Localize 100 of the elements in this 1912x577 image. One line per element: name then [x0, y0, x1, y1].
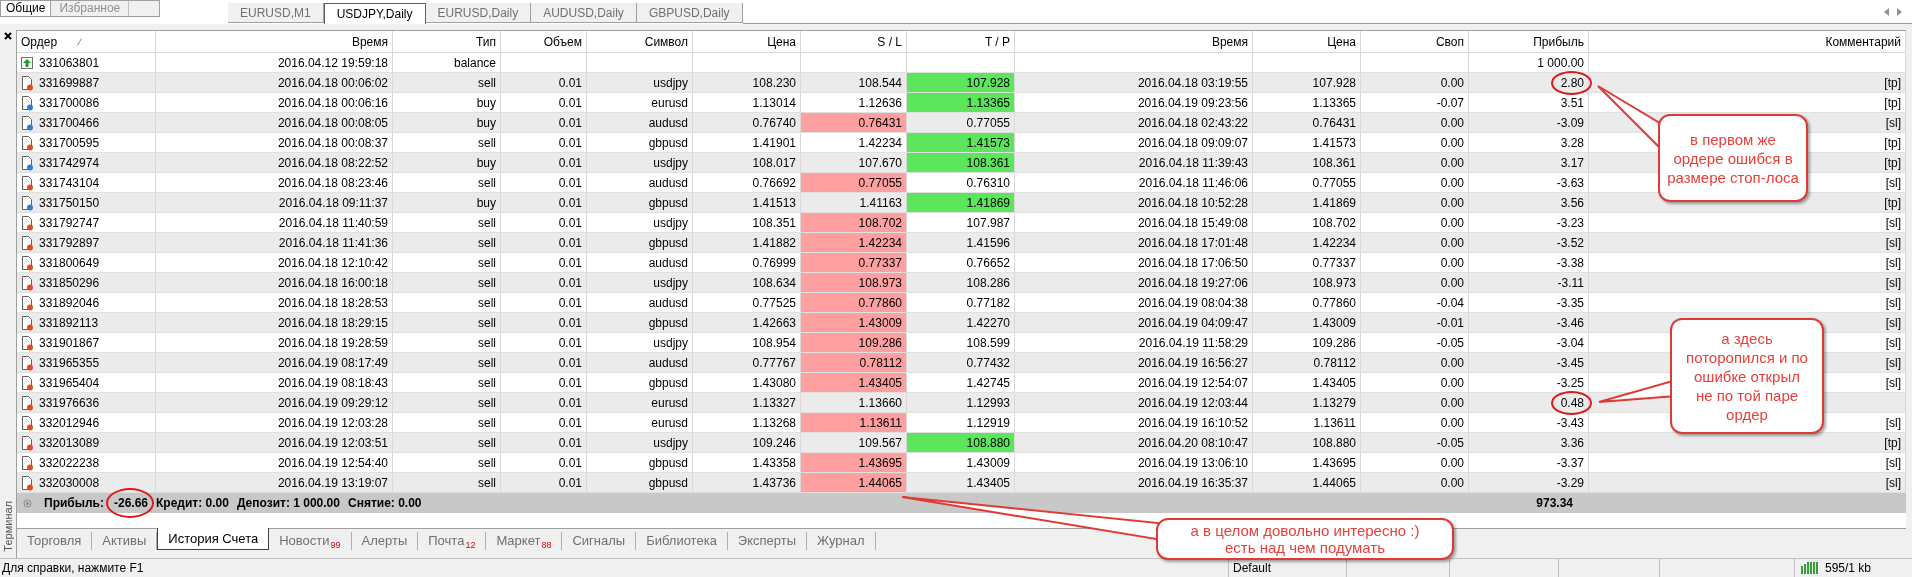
table-cell: 0.78112 — [801, 353, 907, 372]
order-number: 332012946 — [39, 414, 100, 432]
summary-icon — [23, 498, 32, 508]
table-cell: 1.41573 — [1253, 133, 1361, 152]
table-cell: 2016.04.18 11:40:59 — [156, 213, 393, 232]
table-cell: 0.76431 — [1253, 113, 1361, 132]
table-cell: 0.01 — [501, 213, 587, 232]
table-cell: 108.702 — [801, 213, 907, 232]
table-cell: 108.973 — [1253, 273, 1361, 292]
order-number: 331743104 — [39, 174, 100, 192]
table-cell: -0.05 — [1361, 433, 1469, 452]
table-cell: 1.41869 — [907, 193, 1015, 212]
column-header[interactable]: Объем — [543, 32, 582, 51]
document-icon — [20, 274, 34, 291]
column-header[interactable]: Тип — [476, 32, 496, 51]
bottom-tab[interactable]: История Счета — [157, 528, 270, 550]
table-cell: 0.01 — [501, 153, 587, 172]
column-header[interactable]: Ордер — [21, 32, 58, 51]
table-cell: 108.230 — [693, 73, 801, 92]
table-cell: 0.01 — [501, 313, 587, 332]
table-cell: 1.42234 — [801, 233, 907, 252]
chart-tab[interactable]: EURUSD,M1 — [228, 3, 324, 23]
scroll-right-icon[interactable] — [1897, 7, 1902, 16]
table-cell: 0.01 — [501, 173, 587, 192]
table-cell: 1.13660 — [801, 393, 907, 412]
table-cell: [sl] — [1589, 253, 1906, 272]
table-cell: gbpusd — [587, 373, 693, 392]
table-cell: 0.01 — [501, 293, 587, 312]
table-cell: 2016.04.19 12:54:07 — [1015, 373, 1253, 392]
close-icon[interactable] — [4, 32, 12, 40]
table-cell: 1.44065 — [801, 473, 907, 492]
table-cell: eurusd — [587, 393, 693, 412]
order-number: 331850296 — [39, 274, 100, 292]
table-cell: usdjpy — [587, 333, 693, 352]
order-number: 331901867 — [39, 334, 100, 352]
table-cell: gbpusd — [587, 233, 693, 252]
table-cell: buy — [393, 193, 501, 212]
table-cell: sell — [393, 393, 501, 412]
column-header[interactable]: Время — [1211, 32, 1248, 51]
order-number: 331892113 — [39, 314, 99, 332]
scroll-left-icon[interactable] — [1884, 7, 1889, 16]
bottom-tab[interactable]: Эксперты — [727, 532, 808, 550]
chart-tab[interactable]: AUDUSD,Daily — [531, 3, 637, 23]
table-cell: 1.41901 — [693, 133, 801, 152]
column-header[interactable]: Цена — [767, 32, 796, 51]
bottom-tab[interactable]: Сигналы — [562, 532, 637, 550]
table-cell: 2016.04.18 11:39:43 — [1015, 153, 1253, 172]
column-header[interactable]: T / P — [984, 32, 1010, 51]
bottom-tab[interactable]: Журнал — [807, 532, 876, 550]
summary-text: Депозит: 1 000.00 — [236, 495, 340, 512]
table-cell: 2016.04.19 12:03:28 — [156, 413, 393, 432]
summary-text: Снятие: 0.00 — [348, 495, 422, 512]
column-header[interactable]: Комментарий — [1825, 32, 1901, 51]
connection-bars-icon — [1801, 562, 1821, 574]
bottom-tab[interactable]: Библиотека — [636, 532, 728, 550]
table-cell: sell — [393, 253, 501, 272]
table-cell: 2016.04.19 08:18:43 — [156, 373, 393, 392]
table-cell: 1.42745 — [907, 373, 1015, 392]
table-cell: 0.00 — [1361, 193, 1469, 212]
column-header[interactable]: S / L — [877, 32, 902, 51]
column-header[interactable]: Цена — [1327, 32, 1356, 51]
table-cell: 0.01 — [501, 393, 587, 412]
table-cell: 0.01 — [501, 233, 587, 252]
bottom-tab[interactable]: Алерты — [351, 532, 419, 550]
table-cell: 2016.04.18 09:09:07 — [1015, 133, 1253, 152]
table-cell: 0.00 — [1361, 233, 1469, 252]
document-icon — [20, 194, 34, 211]
table-cell: 2016.04.18 16:00:18 — [156, 273, 393, 292]
table-cell: 0.00 — [1361, 353, 1469, 372]
profit-value: 0.48 — [1560, 395, 1584, 410]
table-cell: 1.12919 — [907, 413, 1015, 432]
order-number: 331700086 — [39, 94, 100, 112]
order-number: 332030008 — [39, 474, 100, 492]
table-cell: usdjpy — [587, 153, 693, 172]
order-number: 331965404 — [39, 374, 100, 392]
table-cell: 0.77055 — [801, 173, 907, 192]
navigator-tab[interactable]: Общие — [1, 1, 52, 16]
column-header[interactable]: Своп — [1435, 32, 1464, 51]
chart-tab[interactable]: EURUSD,Daily — [425, 3, 532, 23]
table-cell: 2016.04.18 09:11:37 — [156, 193, 393, 212]
table-cell: 0.77432 — [907, 353, 1015, 372]
table-cell: 2016.04.18 19:28:59 — [156, 333, 393, 352]
table-cell: 1.43405 — [1253, 373, 1361, 392]
chart-tab[interactable]: USDJPY,Daily — [323, 3, 426, 24]
column-header[interactable]: Время — [351, 32, 388, 51]
order-number: 331742974 — [39, 154, 100, 172]
bottom-tab[interactable]: Торговля — [17, 532, 93, 550]
table-cell: 1.13279 — [1253, 393, 1361, 412]
table-cell: 0.01 — [501, 253, 587, 272]
table-cell: -3.25 — [1469, 373, 1589, 392]
column-header[interactable]: Прибыль — [1533, 32, 1584, 51]
column-header[interactable]: Символ — [644, 32, 688, 51]
table-cell: 0.76431 — [801, 113, 907, 132]
chart-tab[interactable]: GBPUSD,Daily — [636, 3, 743, 23]
table-cell: 2016.04.19 13:19:07 — [156, 473, 393, 492]
table-cell: 1.43405 — [801, 373, 907, 392]
table-cell: 0.01 — [501, 93, 587, 112]
order-number: 331800649 — [39, 254, 100, 272]
summary-total: 973.34 — [1536, 495, 1573, 512]
table-cell: 2016.04.18 19:27:06 — [1015, 273, 1253, 292]
